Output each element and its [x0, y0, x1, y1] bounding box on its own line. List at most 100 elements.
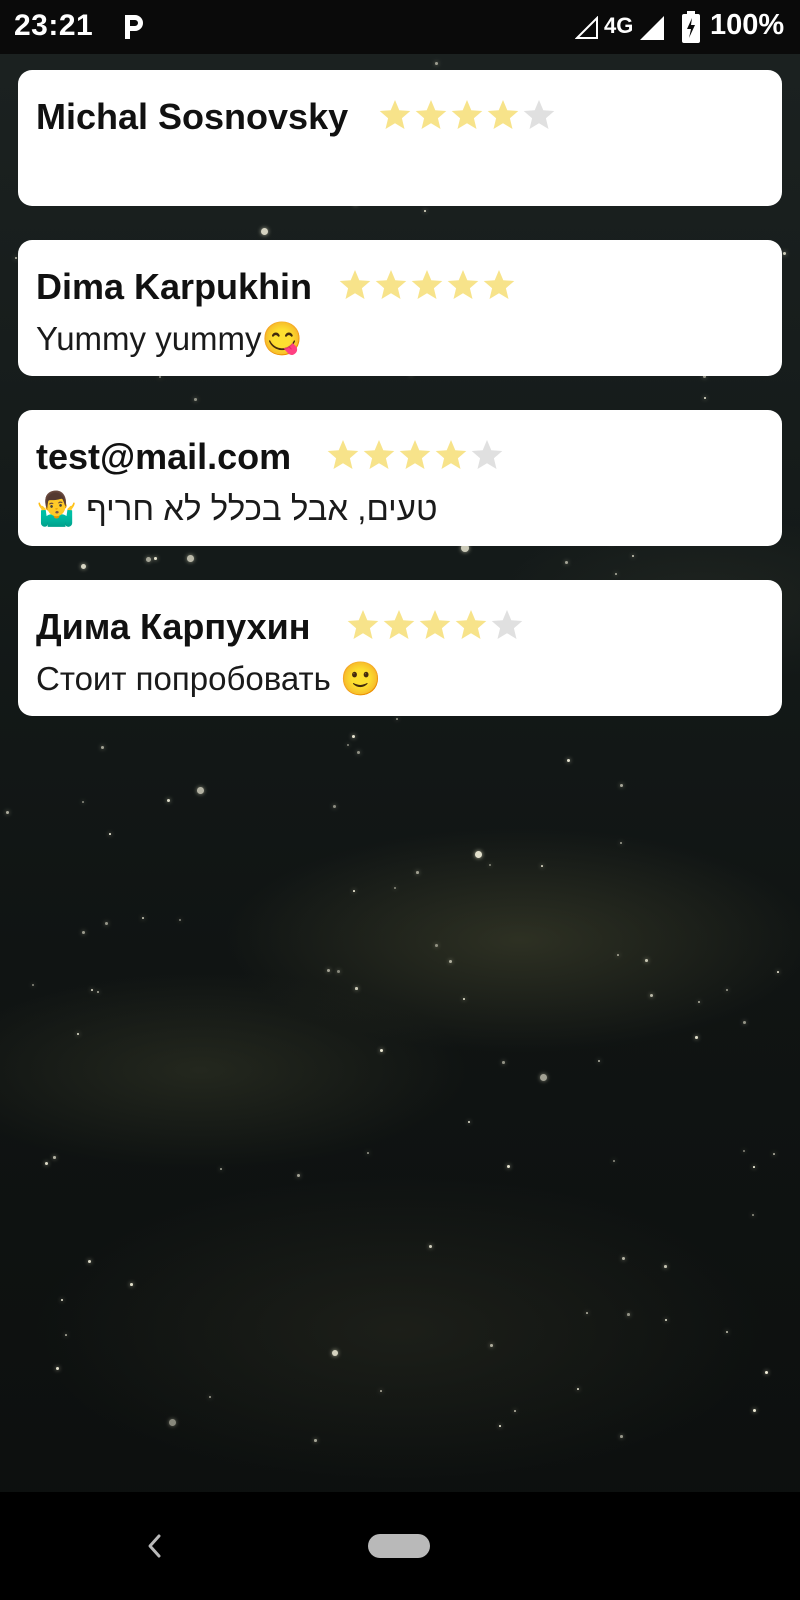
background-star [475, 851, 483, 859]
star-empty-icon [491, 610, 523, 639]
background-star [261, 228, 269, 236]
star-rating [378, 98, 556, 132]
background-star [65, 1334, 67, 1336]
background-star [53, 1156, 56, 1159]
p-letter-icon [120, 12, 146, 42]
star-empty-icon [471, 440, 503, 469]
background-star [598, 1060, 601, 1063]
background-star [167, 799, 171, 803]
background-star [698, 1001, 700, 1003]
background-star [82, 801, 84, 803]
background-star [429, 1245, 433, 1249]
review-comment: טעים, אבל בכלל לא חריף 🤷‍♂️ [36, 490, 438, 527]
review-comment: Стоит попробовать 🙂 [36, 660, 382, 697]
background-star [77, 1033, 80, 1036]
background-star [424, 210, 427, 213]
background-star [783, 252, 787, 256]
background-star [88, 1260, 92, 1264]
background-star [615, 573, 617, 575]
reviewer-name: Дима Карпухин [36, 606, 311, 647]
background-star [753, 1409, 756, 1412]
star-rating [326, 438, 504, 472]
background-star [463, 998, 465, 1000]
background-star [704, 397, 707, 400]
network-type-label: 4G [604, 13, 634, 38]
background-star [435, 944, 439, 948]
background-star [664, 1265, 667, 1268]
star-filled-icon [487, 100, 519, 129]
star-filled-icon [411, 270, 443, 299]
background-star [333, 805, 337, 809]
star-filled-icon [451, 100, 483, 129]
signal-strength-icon [638, 14, 666, 42]
background-star [109, 833, 111, 835]
background-star [613, 1160, 616, 1163]
background-star [490, 1344, 493, 1347]
review-card[interactable]: test@mail.com טעים, אבל בכלל לא חריף 🤷‍♂… [18, 410, 782, 546]
background-star [297, 1174, 301, 1178]
star-rating [346, 608, 524, 642]
star-filled-icon [339, 270, 371, 299]
background-star [82, 931, 86, 935]
background-star [541, 865, 543, 867]
reviewer-name: Dima Karpukhin [36, 266, 313, 307]
background-star [32, 984, 35, 987]
background-star [394, 887, 397, 890]
background-star [567, 759, 571, 763]
chevron-left-icon[interactable] [140, 1528, 170, 1564]
background-star [665, 1319, 668, 1322]
background-star [352, 735, 356, 739]
background-star [355, 987, 358, 990]
background-star [502, 1061, 505, 1064]
star-filled-icon [347, 610, 379, 639]
star-filled-icon [483, 270, 515, 299]
background-star [743, 1150, 746, 1153]
status-time: 23:21 [14, 9, 94, 42]
star-filled-icon [415, 100, 447, 129]
home-pill-icon[interactable] [368, 1534, 430, 1558]
background-star [435, 62, 438, 65]
background-star [327, 969, 331, 973]
background-star [347, 744, 350, 747]
star-filled-icon [363, 440, 395, 469]
background-star [209, 1396, 212, 1399]
reviewer-name: Michal Sosnovsky [36, 96, 349, 137]
battery-percent-label: 100% [710, 9, 785, 41]
background-star [753, 1166, 755, 1168]
star-filled-icon [375, 270, 407, 299]
background-star [620, 784, 623, 787]
background-star [773, 1153, 775, 1155]
background-star [105, 922, 109, 926]
review-card[interactable]: Дима Карпухин Стоит попробовать 🙂 [18, 580, 782, 716]
background-star [540, 1074, 548, 1082]
star-filled-icon [435, 440, 467, 469]
background-star [577, 1388, 579, 1390]
star-rating [338, 268, 516, 302]
background-star [507, 1165, 511, 1169]
background-star [416, 871, 419, 874]
background-star [337, 970, 341, 974]
review-card[interactable]: Michal Sosnovsky [18, 70, 782, 206]
star-filled-icon [419, 610, 451, 639]
background-star [194, 398, 197, 401]
review-card[interactable]: Dima Karpukhin Yummy yummy😋 [18, 240, 782, 376]
background-star [130, 1283, 133, 1286]
background-star [726, 989, 729, 992]
background-star [179, 919, 182, 922]
background-star [91, 989, 93, 991]
review-comment: Yummy yummy😋 [36, 320, 303, 357]
background-star [617, 954, 619, 956]
background-star [514, 1410, 516, 1412]
background-star [468, 1121, 471, 1124]
background-star [142, 917, 144, 919]
star-empty-icon [523, 100, 555, 129]
background-star [146, 557, 152, 563]
background-star [332, 1350, 339, 1357]
background-star [396, 718, 398, 720]
background-star [380, 1049, 384, 1053]
background-star [632, 555, 635, 558]
star-filled-icon [399, 440, 431, 469]
background-star [56, 1367, 59, 1370]
background-star [620, 842, 623, 845]
background-star [169, 1419, 177, 1427]
